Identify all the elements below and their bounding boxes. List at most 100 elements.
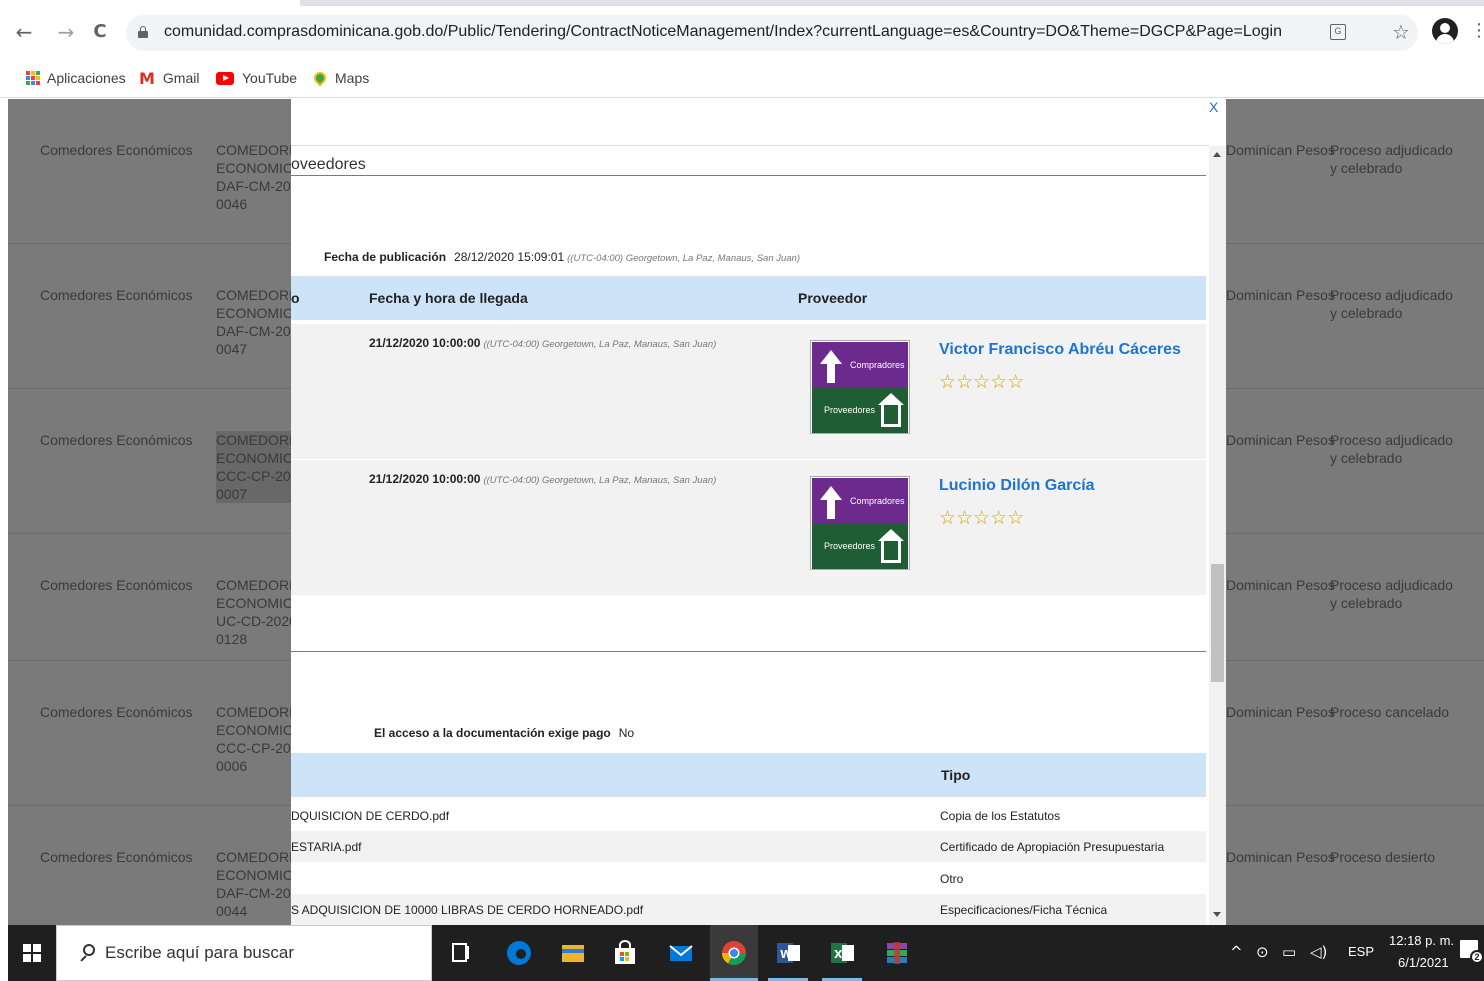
entity-cell: Comedores Económicos (40, 849, 193, 865)
scroll-up-icon[interactable] (1213, 152, 1221, 157)
active-tab[interactable] (8, 0, 300, 6)
maps-pin-icon (311, 69, 329, 87)
bookmark-label: YouTube (242, 70, 298, 86)
documents-table-header: Tipo (291, 753, 1206, 797)
currency-cell: Dominican Pesos (1226, 432, 1335, 448)
mail-icon[interactable] (668, 940, 694, 966)
bookmark-aplicaciones[interactable]: Aplicaciones (26, 67, 126, 89)
word-icon[interactable]: W (776, 940, 802, 966)
search-icon (79, 944, 95, 962)
rating-stars-icon: ☆☆☆☆☆ (939, 371, 1025, 393)
reference-cell[interactable]: COMEDORES ECONOMICOS- UC-CD-2020- 0128 (216, 576, 296, 648)
logo-buyers-band: Compradores (812, 342, 908, 388)
status-cell: Proceso adjudicado y celebrado (1330, 142, 1453, 176)
table-row: 21/12/2020 10:00:00 ((UTC-04:00) Georgeto… (291, 324, 1206, 459)
document-type: Certificado de Apropiación Presupuestari… (940, 840, 1165, 854)
network-icon[interactable]: ▭ (1282, 943, 1296, 961)
document-name[interactable]: DQUISICION DE CERDO.pdf (291, 809, 449, 823)
reference-cell[interactable]: COMEDORES ECONOMICOS- DAF-CM-2020- 0046 (216, 141, 296, 213)
translate-icon[interactable]: G (1330, 24, 1346, 40)
logo-suppliers-band: Proveedores (812, 388, 908, 433)
supplier-name-link[interactable]: Lucinio Dilón García (939, 477, 1095, 495)
browser-menu-icon[interactable]: ⋮ (1470, 20, 1484, 41)
document-name[interactable]: ESTARIA.pdf (291, 840, 361, 854)
search-placeholder: Escribe aquí para buscar (105, 943, 294, 962)
file-explorer-icon[interactable] (560, 940, 586, 966)
logo-suppliers-text: Proveedores (824, 541, 876, 551)
notification-count: 2 (1470, 950, 1484, 964)
table-row[interactable]: S ADQUISICION DE 10000 LIBRAS DE CERDO H… (291, 894, 1206, 925)
table-row[interactable]: DQUISICION DE CERDO.pdf Copia de los Est… (291, 800, 1206, 831)
section-divider (291, 651, 1206, 652)
bookmark-gmail[interactable]: M Gmail (139, 67, 199, 89)
reference-cell[interactable]: COMEDORES ECONOMICOS- DAF-CM-2020- 0044 (216, 848, 296, 920)
back-button[interactable]: ← (10, 18, 38, 46)
svg-text:X: X (834, 948, 843, 961)
url-text[interactable]: comunidad.comprasdominicana.gob.do/Publi… (164, 23, 1282, 41)
bookmark-label: Aplicaciones (47, 70, 126, 86)
volume-icon[interactable]: ◁) (1310, 943, 1327, 961)
browser-toolbar: ← → C comunidad.comprasdominicana.gob.do… (0, 0, 1484, 64)
up-arrow-icon (820, 486, 842, 520)
lock-icon[interactable] (138, 26, 148, 38)
modal-content[interactable]: oveedores Fecha de publicación 28/12/2020… (291, 146, 1226, 925)
suppliers-section-title: oveedores (291, 156, 366, 173)
windows-start-icon[interactable] (23, 944, 41, 962)
status-cell: Proceso cancelado (1330, 704, 1450, 720)
bookmark-youtube[interactable]: YouTube (216, 67, 297, 89)
table-row[interactable]: ESTARIA.pdf Certificado de Apropiación P… (291, 831, 1206, 862)
forward-button[interactable]: → (52, 18, 80, 46)
arrival-datetime: 21/12/2020 10:00:00 ((UTC-04:00) Georgeto… (369, 336, 716, 350)
scrollbar-thumb[interactable] (1211, 564, 1224, 682)
chrome-taskbar-button[interactable] (710, 925, 758, 981)
currency-cell: Dominican Pesos (1226, 849, 1335, 865)
column-header-type: Tipo (941, 767, 971, 783)
notification-center-icon[interactable]: 2 (1460, 940, 1484, 964)
reload-button[interactable]: C (86, 18, 114, 46)
clock-date[interactable]: 6/1/2021 (1398, 955, 1449, 970)
arrival-value: 21/12/2020 10:00:00 (369, 472, 481, 486)
supplier-logo[interactable]: Compradores Proveedores (810, 476, 910, 570)
reference-cell[interactable]: COMEDORES ECONOMICOS- CCC-CP-2020- 0006 (216, 703, 296, 775)
supplier-name-link[interactable]: Victor Francisco Abréu Cáceres (939, 341, 1181, 359)
currency-cell: Dominican Pesos (1226, 577, 1335, 593)
timezone-note: ((UTC-04:00) Georgetown, La Paz, Manaus,… (567, 253, 801, 264)
windows-taskbar: Escribe aquí para buscar W X ^ ⊙ ▭ ◁) ES… (8, 925, 1484, 981)
reference-cell[interactable]: COMEDORES ECONOMICOS- DAF-CM-2020- 0047 (216, 286, 296, 358)
clock-time[interactable]: 12:18 p. m. (1389, 933, 1454, 948)
process-detail-modal: X oveedores Fecha de publicación 28/12/20… (291, 99, 1226, 925)
table-row: 21/12/2020 10:00:00 ((UTC-04:00) Georgeto… (291, 460, 1206, 595)
tab-strip (300, 0, 1484, 6)
winrar-icon[interactable] (884, 940, 910, 966)
column-header-arrival: Fecha y hora de llegada (369, 290, 528, 306)
address-bar[interactable]: comunidad.comprasdominicana.gob.do/Publi… (126, 15, 1418, 51)
house-icon (878, 529, 904, 565)
entity-cell: Comedores Económicos (40, 577, 193, 593)
taskbar-search-box[interactable]: Escribe aquí para buscar (56, 925, 432, 981)
gmail-icon: M (139, 68, 155, 88)
table-row[interactable]: Otro (291, 863, 1206, 894)
supplier-logo[interactable]: Compradores Proveedores (810, 340, 910, 434)
meet-now-icon[interactable]: ⊙ (1256, 943, 1269, 961)
logo-suppliers-text: Proveedores (824, 405, 876, 415)
document-name[interactable]: S ADQUISICION DE 10000 LIBRAS DE CERDO H… (291, 903, 643, 917)
scroll-down-icon[interactable] (1213, 912, 1221, 917)
bookmark-star-icon[interactable]: ☆ (1392, 20, 1410, 44)
up-arrow-icon (820, 350, 842, 384)
close-icon[interactable]: X (1209, 99, 1218, 115)
arrival-value: 21/12/2020 10:00:00 (369, 336, 481, 350)
excel-icon[interactable]: X (830, 940, 856, 966)
publication-date: Fecha de publicación 28/12/2020 15:09:01(… (324, 250, 800, 264)
task-view-icon[interactable] (448, 940, 474, 966)
chevron-up-icon[interactable]: ^ (1230, 943, 1243, 961)
modal-scrollbar[interactable] (1209, 146, 1226, 925)
logo-suppliers-band: Proveedores (812, 524, 908, 569)
offers-table-header: o Fecha y hora de llegada Proveedor (291, 276, 1206, 320)
store-icon[interactable] (612, 940, 638, 966)
edge-icon[interactable] (506, 940, 532, 966)
input-language[interactable]: ESP (1348, 944, 1374, 959)
reference-cell[interactable]: COMEDORES ECONOMICOS- CCC-CP-2020- 0007 (216, 431, 296, 503)
bookmark-maps[interactable]: Maps (311, 67, 369, 89)
account-avatar-icon[interactable] (1432, 18, 1458, 44)
currency-cell: Dominican Pesos (1226, 704, 1335, 720)
